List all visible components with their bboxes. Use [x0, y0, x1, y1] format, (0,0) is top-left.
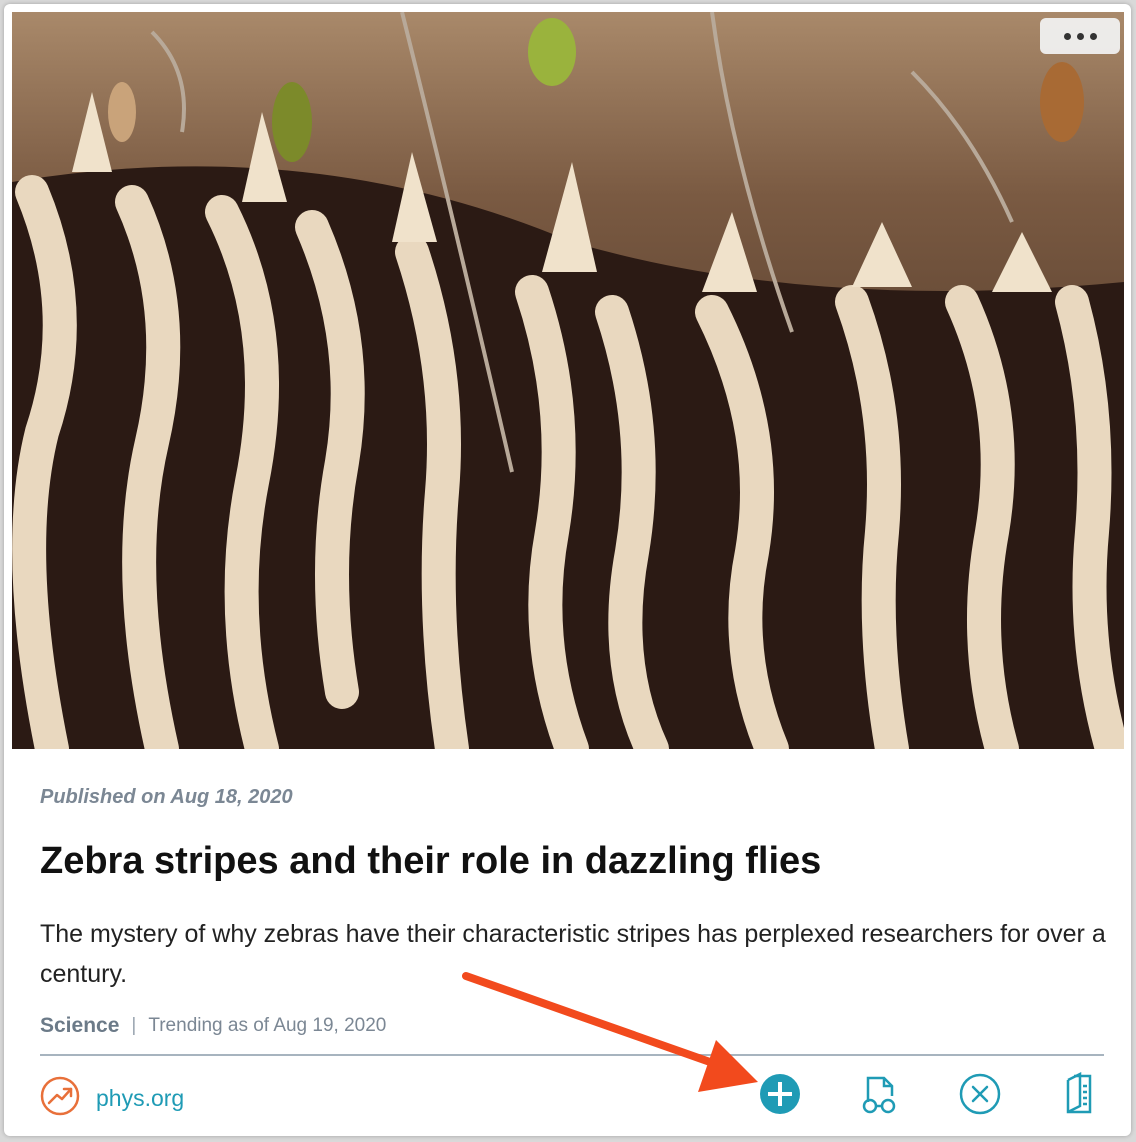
book-icon — [1060, 1071, 1100, 1121]
open-article-button[interactable] — [1058, 1071, 1102, 1121]
trending-label: Trending as of Aug 19, 2020 — [148, 1015, 387, 1036]
article-tagline: Science | Trending as of Aug 19, 2020 — [40, 1014, 386, 1038]
divider — [40, 1054, 1104, 1056]
plus-circle-icon — [759, 1073, 801, 1120]
zebra-photo — [12, 12, 1124, 749]
dismiss-button[interactable] — [958, 1073, 1002, 1120]
article-summary: The mystery of why zebras have their cha… — [40, 920, 1106, 988]
add-button[interactable] — [758, 1073, 802, 1120]
ellipsis-icon — [1089, 32, 1097, 40]
more-options-button[interactable] — [1040, 18, 1120, 54]
published-date: Published on Aug 18, 2020 — [40, 786, 293, 808]
article-card[interactable]: Published on Aug 18, 2020 Zebra stripes … — [4, 4, 1131, 1136]
ellipsis-icon — [1063, 32, 1071, 40]
read-button[interactable] — [858, 1074, 902, 1118]
source-name[interactable]: phys.org — [96, 1085, 184, 1112]
tagline-separator: | — [131, 1015, 137, 1036]
category-label[interactable]: Science — [40, 1014, 119, 1038]
close-circle-icon — [959, 1073, 1001, 1120]
article-title[interactable]: Zebra stripes and their role in dazzling… — [40, 837, 1100, 885]
glasses-icon — [858, 1072, 902, 1121]
ellipsis-icon — [1076, 32, 1084, 40]
trending-up-icon — [40, 1076, 80, 1121]
source-link[interactable]: phys.org — [40, 1076, 184, 1121]
